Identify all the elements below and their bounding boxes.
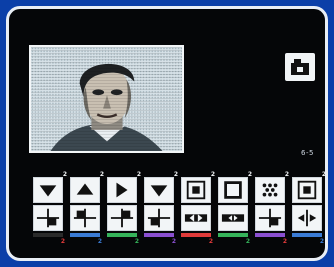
effect-tile[interactable]: 2 2 — [107, 171, 141, 245]
tile-tag: 2 — [208, 238, 213, 245]
square-target-icon — [186, 180, 206, 200]
checker-icon — [260, 181, 280, 199]
tile-tag: 2 — [97, 238, 102, 245]
effect-tile[interactable]: 2 2 — [181, 171, 215, 245]
tile-number: 2 — [136, 171, 141, 178]
tile-number: 2 — [284, 171, 289, 178]
arrow-up-icon — [76, 183, 94, 195]
arrow-down-icon — [150, 185, 168, 197]
tile-bottom — [144, 205, 174, 231]
arrows-inward-icon — [297, 209, 317, 227]
tile-number: 2 — [173, 171, 178, 178]
split-quadrant-icon — [258, 208, 282, 228]
tile-top — [218, 177, 248, 203]
square-target-icon — [297, 180, 317, 200]
tile-number: 2 — [321, 171, 326, 178]
tile-number: 2 — [247, 171, 252, 178]
tile-top — [144, 177, 174, 203]
effects-palette: 2 2 2 2 2 2 2 2 2 2 2 2 2 2 2 2 — [29, 171, 325, 247]
tile-bottom — [107, 205, 137, 231]
tile-bottom — [33, 205, 63, 231]
tile-bottom — [181, 205, 211, 231]
square-icon — [224, 181, 242, 199]
tile-number: 2 — [62, 171, 67, 178]
tile-top — [181, 177, 211, 203]
split-quadrant-icon — [147, 208, 171, 228]
tile-number: 2 — [210, 171, 215, 178]
camera-icon — [291, 59, 309, 75]
display-screen: 6-5 2 2 2 2 2 2 2 2 2 2 2 2 2 2 2 2 — [6, 6, 328, 261]
tile-bottom — [292, 205, 322, 231]
tile-color-bar — [218, 233, 248, 237]
effect-tile[interactable]: 2 2 — [144, 171, 178, 245]
tile-bottom — [255, 205, 285, 231]
tile-tag: 2 — [245, 238, 250, 245]
tile-top — [33, 177, 63, 203]
portrait-image — [29, 45, 184, 153]
tile-color-bar — [255, 233, 285, 237]
arrows-inward-icon — [221, 214, 245, 222]
tile-bottom — [218, 205, 248, 231]
split-quadrant-icon — [110, 208, 134, 228]
arrow-down-icon — [39, 185, 57, 197]
effect-tile[interactable]: 2 2 — [33, 171, 67, 245]
tile-color-bar — [292, 233, 322, 237]
tile-tag: 2 — [60, 238, 65, 245]
tile-number: 2 — [99, 171, 104, 178]
tile-color-bar — [181, 233, 211, 237]
tile-tag: 2 — [282, 238, 287, 245]
tile-color-bar — [107, 233, 137, 237]
arrows-inward-icon — [184, 214, 208, 222]
tile-tag: 2 — [171, 238, 176, 245]
tile-tag: 2 — [134, 238, 139, 245]
effect-tile[interactable]: 2 2 — [218, 171, 252, 245]
tile-top — [292, 177, 322, 203]
effect-tile[interactable]: 2 2 — [255, 171, 289, 245]
split-quadrant-icon — [73, 208, 97, 228]
tile-top — [255, 177, 285, 203]
tile-color-bar — [144, 233, 174, 237]
tile-color-bar — [70, 233, 100, 237]
frame-counter: 6-5 — [301, 149, 314, 157]
split-quadrant-icon — [36, 208, 60, 228]
effect-tile[interactable]: 2 2 — [292, 171, 325, 245]
tile-bottom — [70, 205, 100, 231]
tile-tag: 2 — [319, 238, 324, 245]
tile-color-bar — [33, 233, 63, 237]
tile-top — [107, 177, 137, 203]
camera-button[interactable] — [285, 53, 315, 81]
arrow-right-icon — [116, 182, 128, 198]
tile-top — [70, 177, 100, 203]
effect-tile[interactable]: 2 2 — [70, 171, 104, 245]
